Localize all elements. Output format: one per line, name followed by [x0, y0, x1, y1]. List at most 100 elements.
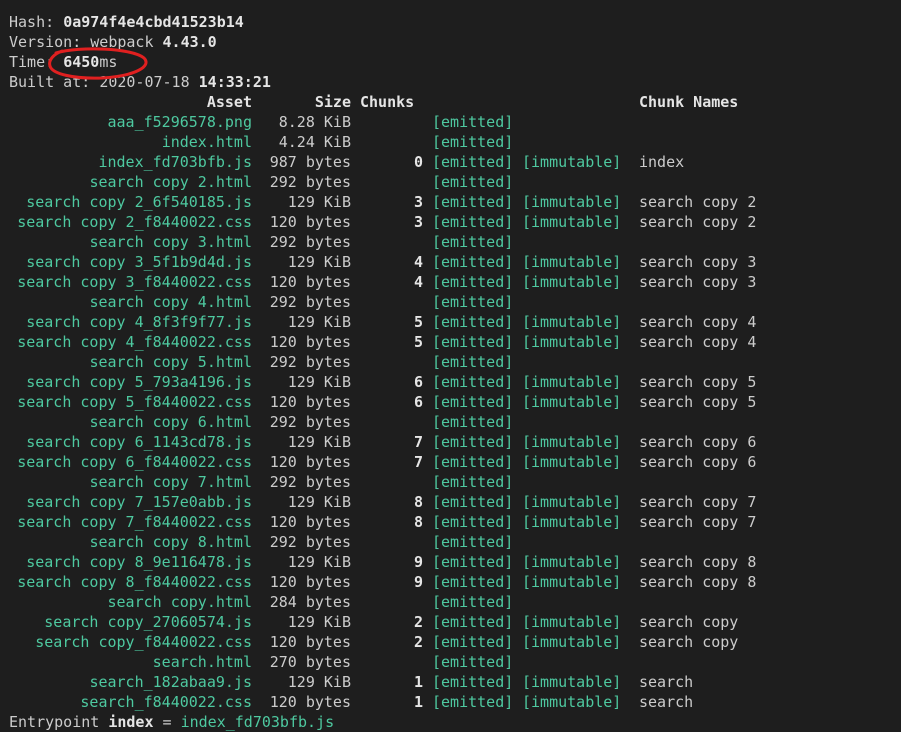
chunk-name-cell: search copy 7: [639, 513, 757, 531]
emitted-cell: [emitted]: [432, 553, 514, 571]
emitted-cell: [emitted]: [432, 473, 514, 491]
size-cell: 120 bytes: [269, 393, 351, 411]
size-cell: 270 bytes: [269, 653, 351, 671]
chunk-cell: 8: [413, 493, 423, 511]
entrypoint-file: index_fd703bfb.js: [180, 713, 335, 731]
emitted-cell: [emitted]: [432, 213, 514, 231]
table-row: search copy 2_f8440022.css 120 bytes 3 [emi…: [9, 212, 901, 232]
size-cell: 292 bytes: [269, 353, 351, 371]
asset-cell: search copy 6_1143cd78.js: [26, 433, 252, 451]
table-row: search copy 3_f8440022.css 120 bytes 4 [emi…: [9, 272, 901, 292]
time-value: 6450: [63, 53, 100, 71]
size-cell: 129 KiB: [287, 673, 351, 691]
header-chunk-names: Chunk Names: [639, 93, 739, 111]
immutable-cell: [immutable]: [522, 333, 622, 351]
asset-cell: search copy 4_8f3f9f77.js: [26, 313, 252, 331]
size-cell: 292 bytes: [269, 473, 351, 491]
chunk-name-cell: search copy 7: [639, 493, 757, 511]
asset-cell: search copy 4_f8440022.css: [17, 333, 252, 351]
chunk-cell: 2: [413, 613, 423, 631]
table-row: search copy 8_f8440022.css 120 bytes 9 [emi…: [9, 572, 901, 592]
size-cell: 292 bytes: [269, 413, 351, 431]
header-asset: Asset: [206, 93, 252, 111]
chunk-cell: 4: [413, 253, 423, 271]
table-row: search copy 7.html 292 bytes [emitted]: [9, 472, 901, 492]
immutable-cell: [immutable]: [522, 153, 622, 171]
chunk-cell: 2: [413, 633, 423, 651]
emitted-cell: [emitted]: [432, 313, 514, 331]
emitted-cell: [emitted]: [432, 433, 514, 451]
table-row: search copy 5_f8440022.css 120 bytes 6 [emi…: [9, 392, 901, 412]
time-label: Time:: [9, 53, 64, 71]
asset-cell: search copy.html: [107, 593, 253, 611]
size-cell: 120 bytes: [269, 213, 351, 231]
emitted-cell: [emitted]: [432, 513, 514, 531]
table-row: search copy 4_f8440022.css 120 bytes 5 [emi…: [9, 332, 901, 352]
size-cell: 987 bytes: [269, 153, 351, 171]
immutable-cell: [immutable]: [522, 453, 622, 471]
emitted-cell: [emitted]: [432, 533, 514, 551]
chunk-cell: 5: [413, 313, 423, 331]
emitted-cell: [emitted]: [432, 613, 514, 631]
entrypoint-label: Entrypoint: [9, 713, 109, 731]
asset-cell: search copy 3.html: [89, 233, 252, 251]
asset-cell: search copy 7.html: [89, 473, 252, 491]
table-row: search copy_f8440022.css 120 bytes 2 [emitt…: [9, 632, 901, 652]
emitted-cell: [emitted]: [432, 373, 514, 391]
table-row: search copy.html 284 bytes [emitted]: [9, 592, 901, 612]
emitted-cell: [emitted]: [432, 353, 514, 371]
chunk-name-cell: search copy 6: [639, 433, 757, 451]
size-cell: 120 bytes: [269, 513, 351, 531]
table-row: search copy 4.html 292 bytes [emitted]: [9, 292, 901, 312]
chunk-cell: 0: [413, 153, 423, 171]
immutable-cell: [immutable]: [522, 493, 622, 511]
built-at-time: 14:33:21: [198, 73, 271, 91]
chunk-name-cell: search copy 2: [639, 213, 757, 231]
chunk-name-cell: search copy 3: [639, 273, 757, 291]
table-row: aaa_f5296578.png 8.28 KiB [emitted]: [9, 112, 901, 132]
size-cell: 129 KiB: [287, 253, 351, 271]
table-row: index_fd703bfb.js 987 bytes 0 [emitted] [imm…: [9, 152, 901, 172]
asset-cell: search copy 5_f8440022.css: [17, 393, 252, 411]
size-cell: 129 KiB: [287, 553, 351, 571]
chunk-name-cell: search copy 5: [639, 373, 757, 391]
emitted-cell: [emitted]: [432, 173, 514, 191]
immutable-cell: [immutable]: [522, 393, 622, 411]
emitted-cell: [emitted]: [432, 493, 514, 511]
asset-cell: search_f8440022.css: [80, 693, 252, 711]
chunk-cell: 7: [413, 433, 423, 451]
table-row: search copy 2.html 292 bytes [emitted]: [9, 172, 901, 192]
table-row: search copy 5.html 292 bytes [emitted]: [9, 352, 901, 372]
asset-cell: search copy_f8440022.css: [35, 633, 252, 651]
asset-cell: search copy 8_9e116478.js: [26, 553, 252, 571]
table-row: search copy 6_1143cd78.js 129 KiB 7 [emitte…: [9, 432, 901, 452]
asset-cell: search copy 3_5f1b9d4d.js: [26, 253, 252, 271]
table-row: search copy 8.html 292 bytes [emitted]: [9, 532, 901, 552]
table-row: index.html 4.24 KiB [emitted]: [9, 132, 901, 152]
size-cell: 8.28 KiB: [278, 113, 351, 131]
immutable-cell: [immutable]: [522, 673, 622, 691]
chunk-cell: 3: [413, 213, 423, 231]
entrypoint-line: Entrypoint index = index_fd703bfb.js: [9, 712, 901, 732]
chunk-name-cell: search: [639, 693, 694, 711]
asset-cell: search copy 3_f8440022.css: [17, 273, 252, 291]
emitted-cell: [emitted]: [432, 133, 514, 151]
emitted-cell: [emitted]: [432, 393, 514, 411]
immutable-cell: [immutable]: [522, 313, 622, 331]
emitted-cell: [emitted]: [432, 453, 514, 471]
chunk-cell: 3: [413, 193, 423, 211]
chunk-cell: 7: [413, 453, 423, 471]
asset-cell: search copy 5_793a4196.js: [26, 373, 252, 391]
size-cell: 129 KiB: [287, 313, 351, 331]
chunk-name-cell: search copy 3: [639, 253, 757, 271]
table-row: search_182abaa9.js 129 KiB 1 [emitted] [immu…: [9, 672, 901, 692]
entrypoint-separator: =: [153, 713, 181, 731]
size-cell: 129 KiB: [287, 493, 351, 511]
asset-cell: search copy 8.html: [89, 533, 252, 551]
size-cell: 120 bytes: [269, 693, 351, 711]
table-row: search_f8440022.css 120 bytes 1 [emitted] [i…: [9, 692, 901, 712]
time-unit: ms: [99, 53, 118, 71]
size-cell: 120 bytes: [269, 273, 351, 291]
chunk-cell: 9: [413, 573, 423, 591]
table-row: search copy 2_6f540185.js 129 KiB 3 [emitte…: [9, 192, 901, 212]
